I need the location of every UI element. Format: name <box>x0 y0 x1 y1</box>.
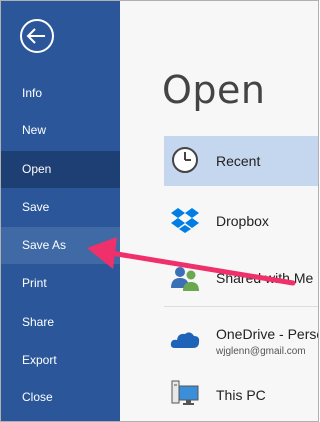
sidebar-item-export[interactable]: Export <box>1 342 120 379</box>
sidebar-item-share[interactable]: Share <box>1 304 120 341</box>
backstage-sidebar: Info New Open Save Save As Print Share E… <box>1 1 120 421</box>
computer-icon <box>171 380 199 405</box>
location-recent[interactable]: Recent <box>164 136 318 186</box>
cloud-icon <box>170 332 200 348</box>
sidebar-item-print[interactable]: Print <box>1 265 120 302</box>
sidebar-item-info[interactable]: Info <box>1 75 120 112</box>
sidebar-item-open[interactable]: Open <box>1 151 120 188</box>
sidebar-item-save[interactable]: Save <box>1 189 120 226</box>
backstage-window: Info New Open Save Save As Print Share E… <box>0 0 319 422</box>
clock-icon <box>172 147 198 173</box>
location-label: Recent <box>216 153 261 169</box>
people-icon <box>171 267 199 291</box>
location-this-pc[interactable]: This PC <box>164 369 318 419</box>
location-dropbox[interactable]: Dropbox <box>164 196 318 246</box>
location-shared-with-me[interactable]: Shared with Me <box>164 254 318 304</box>
location-label: OneDrive - Perso <box>216 326 319 342</box>
location-onedrive[interactable]: OneDrive - Perso wjglenn@gmail.com <box>164 316 319 366</box>
location-label: Shared with Me <box>216 270 314 286</box>
dropbox-icon <box>171 208 199 233</box>
sidebar-item-save-as[interactable]: Save As <box>1 227 120 264</box>
page-title: Open <box>162 68 266 112</box>
back-arrow-icon <box>20 19 54 53</box>
location-account: wjglenn@gmail.com <box>216 346 306 357</box>
sidebar-item-new[interactable]: New <box>1 112 120 149</box>
sidebar-item-close[interactable]: Close <box>1 379 120 416</box>
back-button[interactable] <box>19 18 55 54</box>
open-panel: Open Recent Dropbox Shared with Me OneDr… <box>120 1 318 421</box>
location-label: Dropbox <box>216 213 269 229</box>
location-label: This PC <box>216 387 266 403</box>
divider <box>164 306 318 307</box>
